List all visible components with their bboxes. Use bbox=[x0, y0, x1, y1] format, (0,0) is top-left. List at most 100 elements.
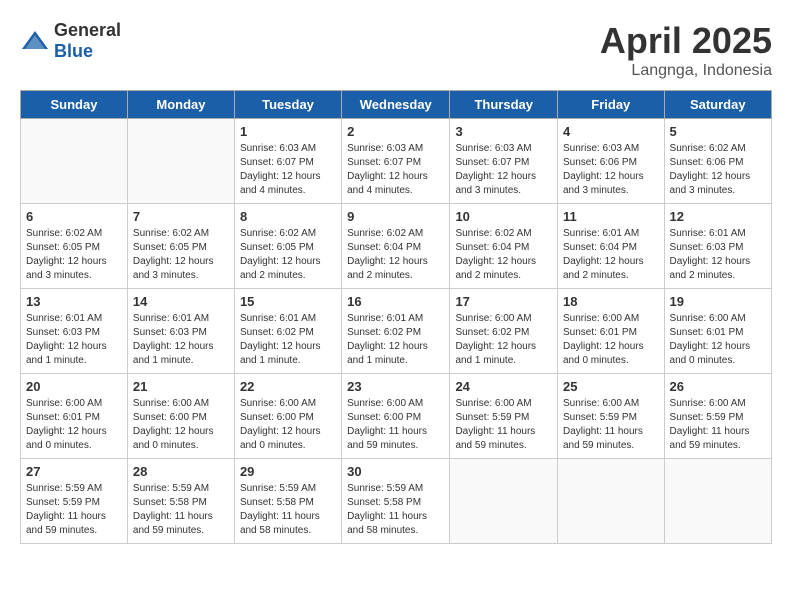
calendar-cell: 14 Sunrise: 6:01 AM Sunset: 6:03 PM Dayli… bbox=[127, 289, 234, 374]
day-info: Sunrise: 6:00 AM Sunset: 6:00 PM Dayligh… bbox=[133, 397, 229, 453]
calendar-week: 20 Sunrise: 6:00 AM Sunset: 6:01 PM Dayli… bbox=[21, 374, 772, 459]
day-info: Sunrise: 6:03 AM Sunset: 6:07 PM Dayligh… bbox=[347, 142, 444, 198]
calendar-cell bbox=[450, 459, 558, 544]
day-info: Sunrise: 6:03 AM Sunset: 6:06 PM Dayligh… bbox=[563, 142, 659, 198]
day-info: Sunrise: 6:01 AM Sunset: 6:03 PM Dayligh… bbox=[133, 312, 229, 368]
calendar-cell: 16Sunrise: 6:01 AM Sunset: 6:02 PM Dayli… bbox=[342, 289, 450, 374]
day-info: Sunrise: 6:00 AM Sunset: 5:59 PM Dayligh… bbox=[455, 397, 552, 453]
weekday-header: Monday bbox=[127, 91, 234, 119]
calendar-table: SundayMondayTuesdayWednesdayThursdayFrid… bbox=[20, 90, 772, 544]
day-number: 22 bbox=[240, 379, 336, 394]
calendar-week: 1 Sunrise: 6:03 AM Sunset: 6:07 PM Daylig… bbox=[21, 119, 772, 204]
calendar-cell: 7 Sunrise: 6:02 AM Sunset: 6:05 PM Daylig… bbox=[127, 204, 234, 289]
day-number: 4 bbox=[563, 124, 659, 139]
day-info: Sunrise: 6:00 AM Sunset: 6:00 PM Dayligh… bbox=[347, 397, 444, 453]
calendar-cell: 27 Sunrise: 5:59 AM Sunset: 5:59 PM Dayli… bbox=[21, 459, 128, 544]
logo-general: General bbox=[54, 20, 121, 40]
calendar-cell: 22 Sunrise: 6:00 AM Sunset: 6:00 PM Dayli… bbox=[234, 374, 341, 459]
calendar-cell: 8 Sunrise: 6:02 AM Sunset: 6:05 PM Daylig… bbox=[234, 204, 341, 289]
day-info: Sunrise: 5:59 AM Sunset: 5:58 PM Dayligh… bbox=[347, 482, 444, 538]
page-subtitle: Langnga, Indonesia bbox=[600, 62, 772, 80]
calendar-header: SundayMondayTuesdayWednesdayThursdayFrid… bbox=[21, 91, 772, 119]
day-info: Sunrise: 6:00 AM Sunset: 5:59 PM Dayligh… bbox=[563, 397, 659, 453]
calendar-cell: 17 Sunrise: 6:00 AM Sunset: 6:02 PM Dayli… bbox=[450, 289, 558, 374]
title-section: April 2025 Langnga, Indonesia bbox=[600, 20, 772, 80]
day-number: 1 bbox=[240, 124, 336, 139]
calendar-body: 1 Sunrise: 6:03 AM Sunset: 6:07 PM Daylig… bbox=[21, 119, 772, 544]
day-info: Sunrise: 6:02 AM Sunset: 6:04 PM Dayligh… bbox=[455, 227, 552, 283]
calendar-cell: 19 Sunrise: 6:00 AM Sunset: 6:01 PM Dayli… bbox=[664, 289, 771, 374]
weekday-row: SundayMondayTuesdayWednesdayThursdayFrid… bbox=[21, 91, 772, 119]
calendar-cell bbox=[21, 119, 128, 204]
calendar-cell: 12Sunrise: 6:01 AM Sunset: 6:03 PM Dayli… bbox=[664, 204, 771, 289]
calendar-cell: 10 Sunrise: 6:02 AM Sunset: 6:04 PM Dayli… bbox=[450, 204, 558, 289]
calendar-cell: 21 Sunrise: 6:00 AM Sunset: 6:00 PM Dayli… bbox=[127, 374, 234, 459]
day-number: 7 bbox=[133, 209, 229, 224]
day-number: 13 bbox=[26, 294, 122, 309]
weekday-header: Friday bbox=[558, 91, 665, 119]
day-info: Sunrise: 5:59 AM Sunset: 5:59 PM Dayligh… bbox=[26, 482, 122, 538]
calendar-cell: 26 Sunrise: 6:00 AM Sunset: 5:59 PM Dayli… bbox=[664, 374, 771, 459]
day-info: Sunrise: 5:59 AM Sunset: 5:58 PM Dayligh… bbox=[133, 482, 229, 538]
weekday-header: Saturday bbox=[664, 91, 771, 119]
day-number: 10 bbox=[455, 209, 552, 224]
day-number: 3 bbox=[455, 124, 552, 139]
calendar-cell: 1Sunrise: 6:03 AM Sunset: 6:07 PM Daylig… bbox=[234, 119, 341, 204]
calendar-cell: 20 Sunrise: 6:00 AM Sunset: 6:01 PM Dayli… bbox=[21, 374, 128, 459]
day-info: Sunrise: 6:01 AM Sunset: 6:02 PM Dayligh… bbox=[347, 312, 444, 368]
calendar-cell: 23 Sunrise: 6:00 AM Sunset: 6:00 PM Dayli… bbox=[342, 374, 450, 459]
day-info: Sunrise: 6:01 AM Sunset: 6:03 PM Dayligh… bbox=[26, 312, 122, 368]
calendar-cell: 11Sunrise: 6:01 AM Sunset: 6:04 PM Dayli… bbox=[558, 204, 665, 289]
day-info: Sunrise: 6:02 AM Sunset: 6:05 PM Dayligh… bbox=[26, 227, 122, 283]
day-number: 24 bbox=[455, 379, 552, 394]
day-number: 27 bbox=[26, 464, 122, 479]
calendar-cell bbox=[127, 119, 234, 204]
calendar-week: 27 Sunrise: 5:59 AM Sunset: 5:59 PM Dayli… bbox=[21, 459, 772, 544]
day-info: Sunrise: 6:02 AM Sunset: 6:05 PM Dayligh… bbox=[240, 227, 336, 283]
day-number: 9 bbox=[347, 209, 444, 224]
day-info: Sunrise: 6:00 AM Sunset: 6:02 PM Dayligh… bbox=[455, 312, 552, 368]
calendar-week: 6 Sunrise: 6:02 AM Sunset: 6:05 PM Daylig… bbox=[21, 204, 772, 289]
day-number: 6 bbox=[26, 209, 122, 224]
logo: General Blue bbox=[20, 20, 121, 62]
day-info: Sunrise: 6:01 AM Sunset: 6:02 PM Dayligh… bbox=[240, 312, 336, 368]
day-number: 21 bbox=[133, 379, 229, 394]
day-number: 26 bbox=[670, 379, 766, 394]
day-number: 14 bbox=[133, 294, 229, 309]
weekday-header: Sunday bbox=[21, 91, 128, 119]
day-info: Sunrise: 6:03 AM Sunset: 6:07 PM Dayligh… bbox=[455, 142, 552, 198]
calendar-cell: 30 Sunrise: 5:59 AM Sunset: 5:58 PM Dayli… bbox=[342, 459, 450, 544]
calendar-cell: 2Sunrise: 6:03 AM Sunset: 6:07 PM Daylig… bbox=[342, 119, 450, 204]
calendar-week: 13 Sunrise: 6:01 AM Sunset: 6:03 PM Dayli… bbox=[21, 289, 772, 374]
calendar-cell: 25Sunrise: 6:00 AM Sunset: 5:59 PM Dayli… bbox=[558, 374, 665, 459]
day-number: 18 bbox=[563, 294, 659, 309]
calendar-cell: 3 Sunrise: 6:03 AM Sunset: 6:07 PM Daylig… bbox=[450, 119, 558, 204]
calendar-cell: 9Sunrise: 6:02 AM Sunset: 6:04 PM Daylig… bbox=[342, 204, 450, 289]
day-number: 17 bbox=[455, 294, 552, 309]
day-number: 5 bbox=[670, 124, 766, 139]
day-number: 30 bbox=[347, 464, 444, 479]
calendar-cell bbox=[558, 459, 665, 544]
day-info: Sunrise: 6:00 AM Sunset: 6:00 PM Dayligh… bbox=[240, 397, 336, 453]
day-number: 23 bbox=[347, 379, 444, 394]
logo-icon bbox=[20, 29, 50, 53]
day-number: 20 bbox=[26, 379, 122, 394]
day-info: Sunrise: 6:00 AM Sunset: 6:01 PM Dayligh… bbox=[563, 312, 659, 368]
day-info: Sunrise: 6:02 AM Sunset: 6:05 PM Dayligh… bbox=[133, 227, 229, 283]
weekday-header: Tuesday bbox=[234, 91, 341, 119]
calendar-cell bbox=[664, 459, 771, 544]
day-info: Sunrise: 6:00 AM Sunset: 6:01 PM Dayligh… bbox=[26, 397, 122, 453]
calendar-cell: 29Sunrise: 5:59 AM Sunset: 5:58 PM Dayli… bbox=[234, 459, 341, 544]
day-number: 19 bbox=[670, 294, 766, 309]
day-number: 15 bbox=[240, 294, 336, 309]
day-info: Sunrise: 6:00 AM Sunset: 5:59 PM Dayligh… bbox=[670, 397, 766, 453]
day-number: 8 bbox=[240, 209, 336, 224]
page-header: General Blue April 2025 Langnga, Indones… bbox=[20, 20, 772, 80]
day-info: Sunrise: 5:59 AM Sunset: 5:58 PM Dayligh… bbox=[240, 482, 336, 538]
calendar-cell: 15 Sunrise: 6:01 AM Sunset: 6:02 PM Dayli… bbox=[234, 289, 341, 374]
day-info: Sunrise: 6:01 AM Sunset: 6:04 PM Dayligh… bbox=[563, 227, 659, 283]
day-number: 28 bbox=[133, 464, 229, 479]
day-info: Sunrise: 6:02 AM Sunset: 6:06 PM Dayligh… bbox=[670, 142, 766, 198]
day-info: Sunrise: 6:00 AM Sunset: 6:01 PM Dayligh… bbox=[670, 312, 766, 368]
calendar-cell: 6 Sunrise: 6:02 AM Sunset: 6:05 PM Daylig… bbox=[21, 204, 128, 289]
